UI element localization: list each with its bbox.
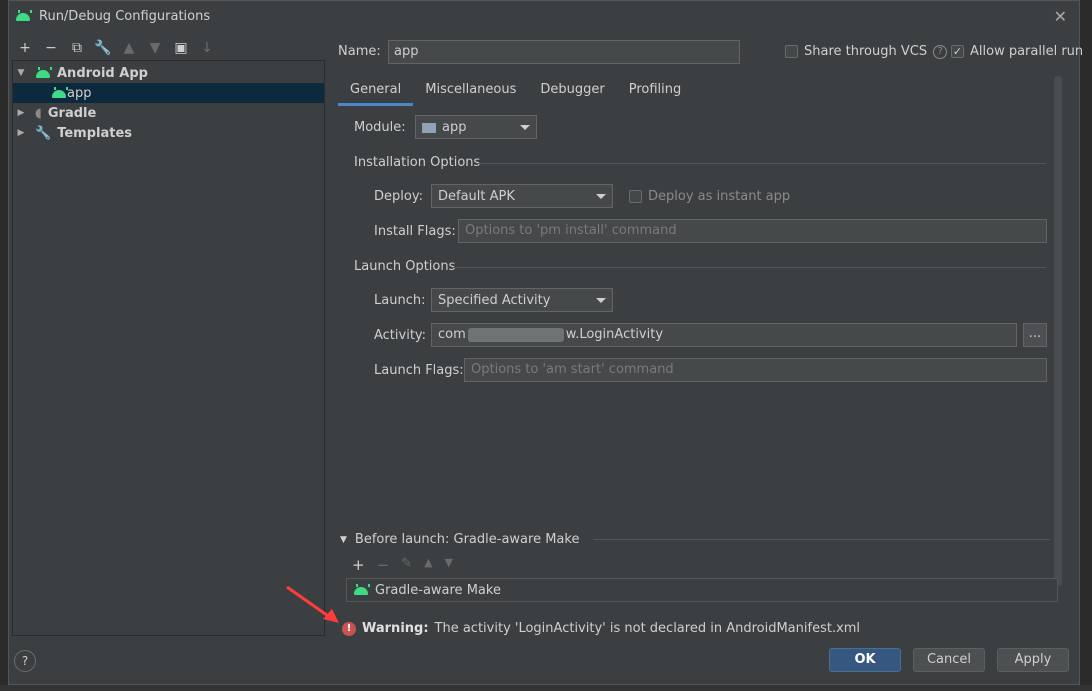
before-launch-title: Before launch: Gradle-aware Make xyxy=(354,532,580,547)
tab-miscellaneous[interactable]: Miscellaneous xyxy=(413,78,528,106)
title-bar: Run/Debug Configurations ✕ xyxy=(9,1,1079,31)
module-select[interactable]: app xyxy=(415,115,537,139)
dialog-title: Run/Debug Configurations xyxy=(39,8,211,24)
divider xyxy=(593,539,1050,540)
launch-value: Specified Activity xyxy=(438,292,551,308)
config-tree: ▼ Android App app ▶ ◖ Gradle ▶ 🔧 Templat… xyxy=(12,60,325,636)
warning-text: The activity 'LoginActivity' is not decl… xyxy=(434,621,861,636)
help-icon[interactable]: ? xyxy=(933,44,948,59)
launch-options-title: Launch Options xyxy=(354,259,456,274)
apply-button[interactable]: Apply xyxy=(997,648,1069,672)
tab-debugger[interactable]: Debugger xyxy=(528,78,616,106)
gradle-icon: ◖ xyxy=(35,105,42,121)
installation-options-title: Installation Options xyxy=(354,155,481,170)
deploy-value: Default APK xyxy=(438,188,515,204)
annotation-arrow-icon xyxy=(286,585,339,623)
tree-item-label: Android App xyxy=(57,65,148,81)
edit-task-icon[interactable]: ✎ xyxy=(401,556,412,574)
folder-icon[interactable]: ▣ xyxy=(172,39,190,57)
warning-message: ! Warning: The activity 'LoginActivity' … xyxy=(342,621,860,636)
tree-item-gradle[interactable]: ▶ ◖ Gradle xyxy=(13,103,324,123)
tree-item-label: Gradle xyxy=(47,105,97,121)
activity-prefix: com xyxy=(438,327,466,342)
deploy-instant-label: Deploy as instant app xyxy=(648,189,791,204)
divider xyxy=(476,163,1046,164)
chevron-down-icon xyxy=(596,194,606,199)
background-ide-left xyxy=(0,0,8,691)
name-input[interactable]: app xyxy=(388,40,740,64)
sort-icon[interactable]: ↓ xyxy=(198,39,216,57)
collapse-arrow-icon[interactable]: ▶ xyxy=(13,108,29,118)
deploy-instant-checkbox[interactable]: Deploy as instant app xyxy=(629,189,790,204)
checkbox-box[interactable] xyxy=(629,190,642,203)
tree-item-templates[interactable]: ▶ 🔧 Templates xyxy=(13,123,324,143)
general-panel: Module: app Installation Options Deploy:… xyxy=(336,106,1056,536)
launch-select[interactable]: Specified Activity xyxy=(431,288,613,312)
copy-config-icon[interactable]: ⧉ xyxy=(68,39,86,57)
folder-icon xyxy=(422,123,436,133)
launch-flags-input[interactable]: Options to 'am start' command xyxy=(464,358,1047,382)
task-label: Gradle-aware Make xyxy=(375,582,501,598)
config-tabs: General Miscellaneous Debugger Profiling xyxy=(338,78,693,106)
expand-arrow-icon[interactable]: ▼ xyxy=(13,68,29,78)
name-label: Name: xyxy=(338,44,381,59)
checkbox-checked[interactable]: ✓ xyxy=(951,45,964,58)
android-icon xyxy=(35,67,52,79)
divider xyxy=(452,267,1046,268)
config-toolbar: + − ⧉ 🔧 ▲ ▼ ▣ ↓ xyxy=(16,38,216,58)
close-icon[interactable]: ✕ xyxy=(1054,7,1067,26)
before-launch-header[interactable]: ▼ Before launch: Gradle-aware Make xyxy=(340,532,1050,547)
wrench-icon: 🔧 xyxy=(35,125,52,141)
move-up-icon[interactable]: ▲ xyxy=(120,39,138,57)
android-icon xyxy=(15,10,32,22)
before-launch-section: ▼ Before launch: Gradle-aware Make + − ✎… xyxy=(340,532,1058,602)
redacted-text xyxy=(467,327,564,342)
collapse-arrow-icon[interactable]: ▶ xyxy=(13,128,29,138)
move-down-icon[interactable]: ▼ xyxy=(445,556,453,574)
tree-item-android-app[interactable]: ▼ Android App xyxy=(13,63,324,83)
activity-input[interactable]: com w.LoginActivity xyxy=(431,323,1017,347)
share-vcs-label: Share through VCS xyxy=(804,44,928,59)
wrench-icon[interactable]: 🔧 xyxy=(94,39,112,57)
module-label: Module: xyxy=(354,120,406,135)
expand-arrow-icon[interactable]: ▼ xyxy=(340,535,347,545)
cancel-button[interactable]: Cancel xyxy=(913,648,985,672)
move-down-icon[interactable]: ▼ xyxy=(146,39,164,57)
help-button[interactable]: ? xyxy=(14,650,36,672)
deploy-select[interactable]: Default APK xyxy=(431,184,613,208)
tab-profiling[interactable]: Profiling xyxy=(617,78,694,106)
add-task-button[interactable]: + xyxy=(352,556,365,574)
ok-button[interactable]: OK xyxy=(829,648,901,672)
chevron-down-icon xyxy=(596,298,606,303)
allow-parallel-checkbox[interactable]: ✓ Allow parallel run xyxy=(951,44,1083,59)
install-flags-label: Install Flags: xyxy=(374,224,456,239)
deploy-label: Deploy: xyxy=(374,189,423,204)
tree-item-label: app xyxy=(67,85,92,101)
remove-config-button[interactable]: − xyxy=(42,39,60,57)
before-launch-toolbar: + − ✎ ▲ ▼ xyxy=(352,556,453,574)
tab-general[interactable]: General xyxy=(338,78,414,106)
allow-parallel-label: Allow parallel run xyxy=(970,44,1084,59)
checkbox-box[interactable] xyxy=(785,45,798,58)
background-ide-bottom xyxy=(0,685,1092,691)
android-error-icon xyxy=(51,87,68,99)
activity-label: Activity: xyxy=(374,328,427,343)
move-up-icon[interactable]: ▲ xyxy=(424,556,432,574)
module-value: app xyxy=(442,119,467,135)
chevron-down-icon xyxy=(520,125,530,130)
remove-task-button[interactable]: − xyxy=(377,556,390,574)
tree-item-label: Templates xyxy=(57,125,132,141)
install-flags-input[interactable]: Options to 'pm install' command xyxy=(458,219,1047,243)
launch-flags-label: Launch Flags: xyxy=(374,363,464,378)
add-config-button[interactable]: + xyxy=(16,39,34,57)
error-icon: ! xyxy=(342,621,356,636)
tree-item-app[interactable]: app xyxy=(13,83,324,103)
before-launch-task-row[interactable]: Gradle-aware Make xyxy=(346,578,1058,602)
android-icon xyxy=(353,584,370,596)
activity-suffix: w.LoginActivity xyxy=(565,327,664,342)
browse-activity-button[interactable]: ... xyxy=(1023,323,1047,347)
warning-prefix: Warning: xyxy=(362,621,429,636)
launch-label: Launch: xyxy=(374,293,426,308)
share-vcs-checkbox[interactable]: Share through VCS ? xyxy=(785,44,948,59)
